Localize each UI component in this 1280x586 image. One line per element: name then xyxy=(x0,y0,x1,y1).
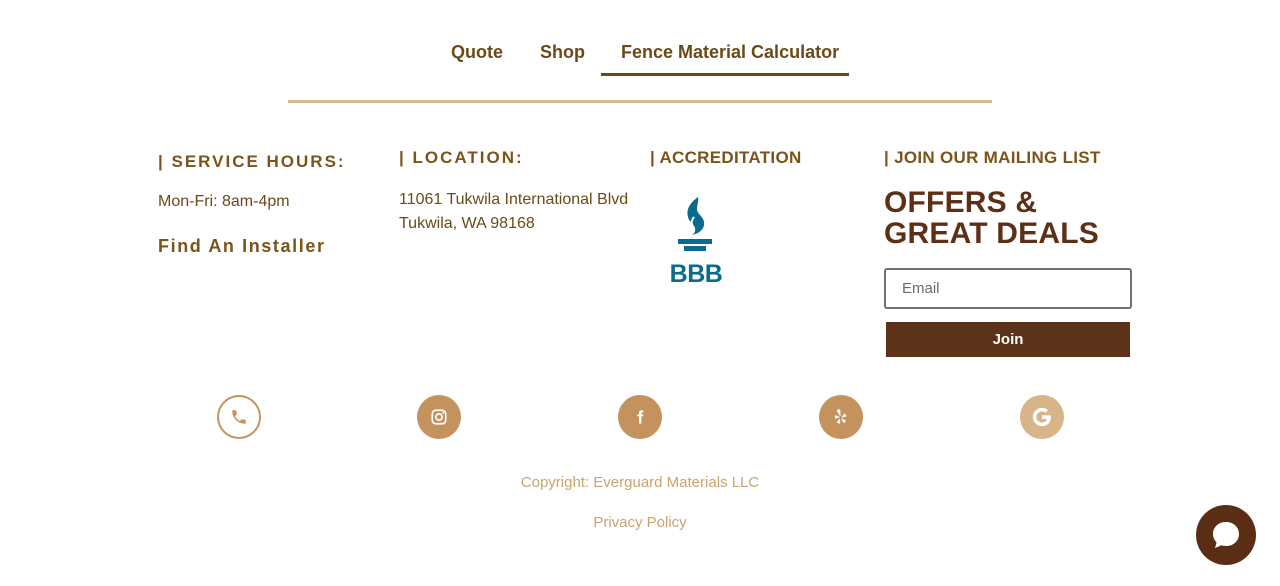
copyright-text: Copyright: Everguard Materials LLC xyxy=(520,474,760,491)
offers-title: OFFERS & GREAT DEALS xyxy=(884,186,1099,250)
mailing-list-heading: | JOIN OUR MAILING LIST xyxy=(884,148,1101,167)
nav-quote-link[interactable]: Quote xyxy=(451,42,503,63)
address-line-1: 11061 Tukwila International Blvd xyxy=(399,191,629,208)
google-icon[interactable] xyxy=(1020,395,1064,439)
section-divider xyxy=(288,100,992,103)
email-input[interactable] xyxy=(884,268,1132,309)
nav-shop-link[interactable]: Shop xyxy=(540,42,585,63)
find-installer-link[interactable]: Find An Installer xyxy=(158,236,326,257)
bbb-logo-text: BBB xyxy=(670,260,723,287)
join-button[interactable]: Join xyxy=(886,322,1130,357)
nav-fence-calculator-link[interactable]: Fence Material Calculator xyxy=(621,42,839,63)
active-nav-underline xyxy=(601,73,849,76)
service-hours-heading: | SERVICE HOURS: xyxy=(158,152,346,171)
yelp-icon[interactable] xyxy=(819,395,863,439)
facebook-icon[interactable] xyxy=(618,395,662,439)
chat-bubble-icon xyxy=(1213,522,1239,548)
instagram-icon[interactable] xyxy=(417,395,461,439)
location-heading: | LOCATION: xyxy=(399,148,524,167)
location-section: | LOCATION: 11061 Tukwila International … xyxy=(399,148,628,236)
accreditation-section: | ACCREDITATION xyxy=(650,148,802,168)
service-hours-text: Mon-Fri: 8am-4pm xyxy=(158,193,290,210)
address: 11061 Tukwila International Blvd Tukwila… xyxy=(399,188,628,236)
service-hours-section: | SERVICE HOURS: Mon-Fri: 8am-4pm xyxy=(158,152,346,214)
phone-icon[interactable] xyxy=(217,395,261,439)
footer-nav: Quote Shop Fence Material Calculator xyxy=(0,40,1280,80)
address-line-2: Tukwila, WA 98168 xyxy=(399,215,535,232)
privacy-policy: Privacy Policy xyxy=(0,514,1280,531)
accreditation-heading: | ACCREDITATION xyxy=(650,148,802,167)
chat-widget-button[interactable] xyxy=(1196,505,1256,565)
privacy-policy-link[interactable]: Privacy Policy xyxy=(593,514,686,531)
mailing-list-section: | JOIN OUR MAILING LIST xyxy=(884,148,1132,168)
bbb-logo[interactable]: BBB xyxy=(664,195,728,287)
